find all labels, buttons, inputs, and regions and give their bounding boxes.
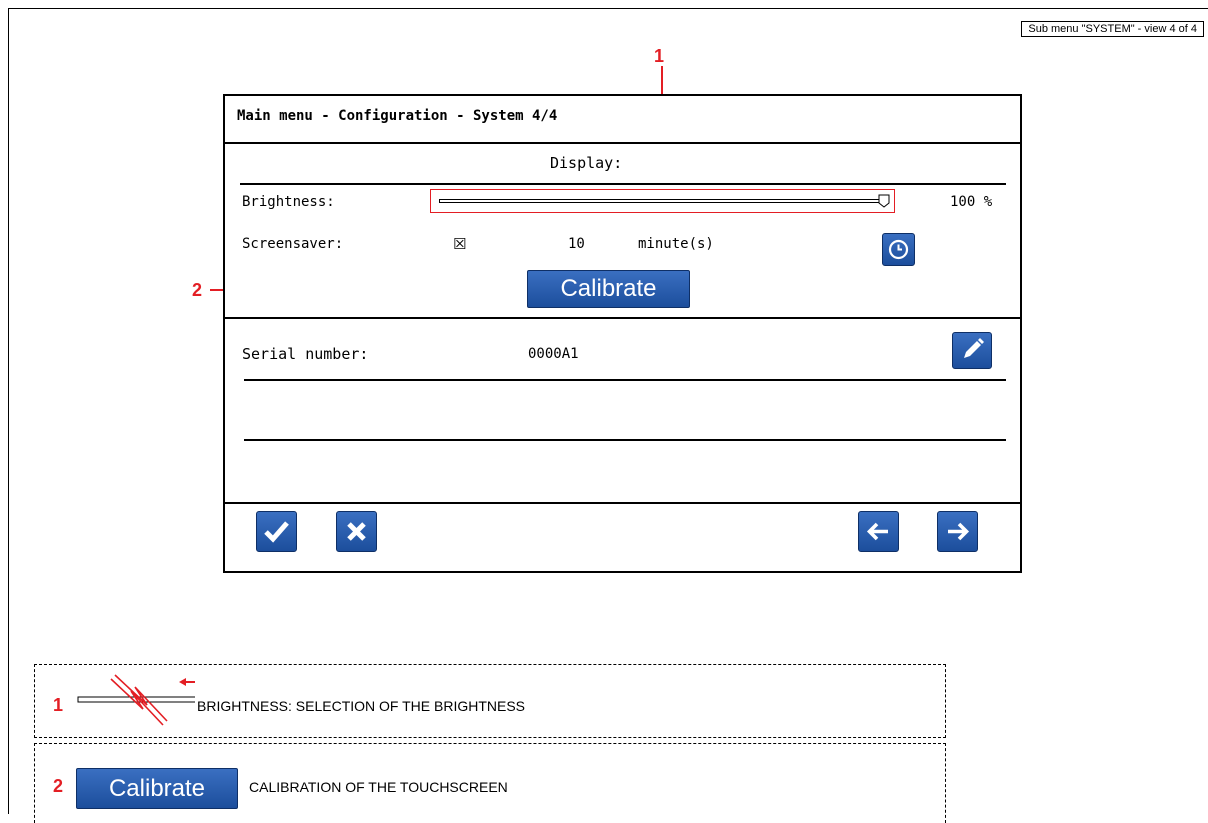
screensaver-time-button[interactable]: [882, 233, 915, 266]
close-x-icon: [347, 522, 366, 541]
legend-text-1: BRIGHTNESS: SELECTION OF THE BRIGHTNESS: [197, 698, 526, 714]
edit-serial-button[interactable]: [952, 332, 992, 369]
touchscreen-panel: Main menu - Configuration - System 4/4 D…: [223, 94, 1022, 573]
slider-symbol-icon: [77, 674, 195, 726]
brightness-slider-track: [439, 199, 885, 203]
edit-pencil-icon: [964, 338, 984, 358]
legend-item-brightness: 1 BRIGHTNESS: SELECTION OF THE BRIGHTNES…: [34, 664, 946, 738]
serial-number-label: Serial number:: [242, 345, 369, 363]
callout-number-1: 1: [654, 46, 665, 66]
legend-item-calibrate: 2 Calibrate CALIBRATION OF THE TOUCHSCRE…: [34, 743, 946, 823]
clock-icon: [888, 239, 909, 260]
arrow-right-icon: [948, 522, 970, 541]
callout-number-2: 2: [192, 280, 203, 300]
screensaver-minutes[interactable]: 10: [568, 236, 585, 252]
cancel-button[interactable]: [336, 511, 377, 552]
serial-number-value: 0000A1: [528, 346, 579, 362]
brightness-value: 100 %: [950, 194, 993, 210]
checkmark-icon: [264, 521, 289, 543]
legend-calibrate-button: Calibrate: [76, 768, 238, 809]
legend-number-2: 2: [53, 776, 64, 796]
previous-page-button[interactable]: [858, 511, 899, 552]
brightness-slider-thumb[interactable]: [878, 194, 890, 208]
toolbar-divider: [225, 502, 1020, 504]
title-divider: [225, 142, 1020, 144]
screensaver-checkbox[interactable]: ☒: [453, 235, 466, 253]
view-tag: Sub menu "SYSTEM" - view 4 of 4: [1021, 21, 1204, 37]
legend-text-2: CALIBRATION OF THE TOUCHSCREEN: [249, 779, 508, 795]
arrow-left-icon: [866, 522, 888, 541]
screen-title: Main menu - Configuration - System 4/4: [237, 108, 558, 124]
calibrate-button[interactable]: Calibrate: [527, 270, 690, 308]
screensaver-unit: minute(s): [638, 236, 714, 252]
brightness-label: Brightness:: [242, 194, 335, 210]
legend-number-1: 1: [53, 695, 64, 715]
next-page-button[interactable]: [937, 511, 978, 552]
empty-row-divider: [244, 439, 1006, 441]
display-divider: [240, 183, 1006, 185]
screensaver-label: Screensaver:: [242, 236, 344, 252]
display-section-heading: Display:: [550, 154, 623, 172]
display-section-bottom-divider: [225, 317, 1020, 319]
serial-divider: [244, 379, 1006, 381]
brightness-slider[interactable]: [430, 189, 895, 213]
confirm-button[interactable]: [256, 511, 297, 552]
